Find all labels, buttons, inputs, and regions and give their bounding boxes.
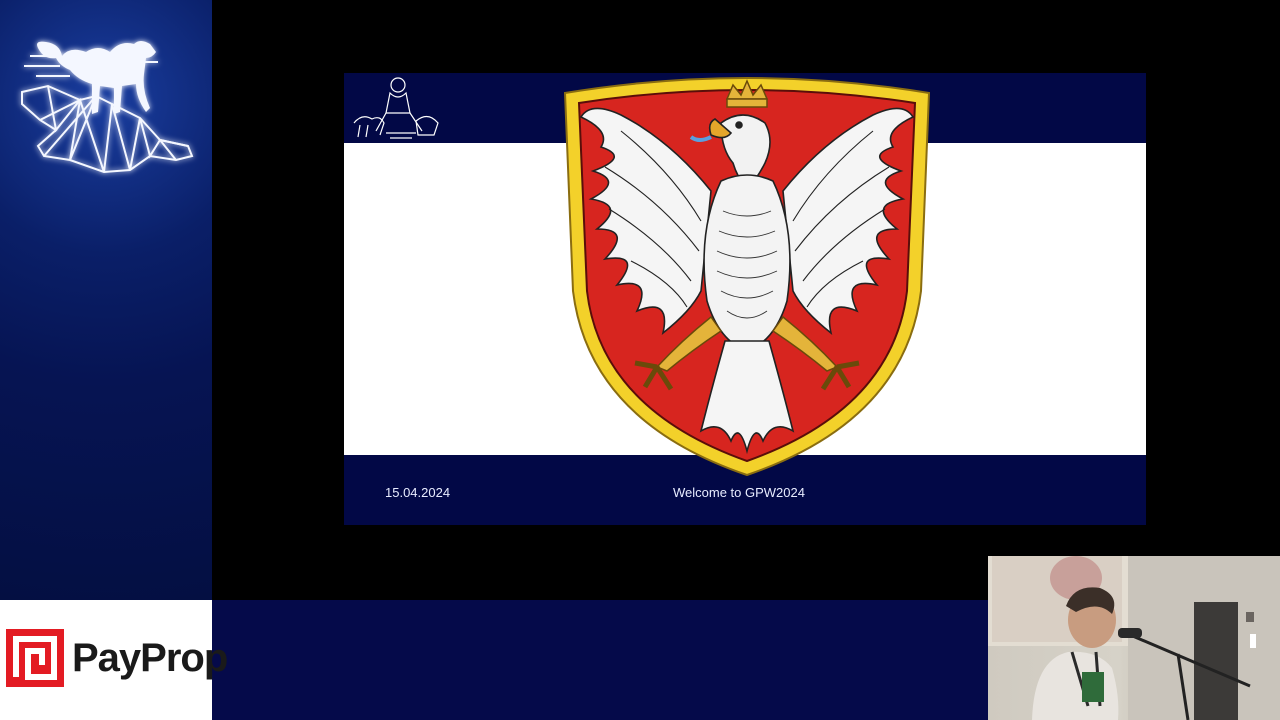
sponsor-panel: PayProp bbox=[0, 600, 228, 720]
coat-of-arms-icon bbox=[563, 77, 931, 477]
camel-logo-icon bbox=[21, 41, 194, 174]
sponsor-name: PayProp bbox=[72, 636, 228, 680]
speaker-webcam-feed bbox=[988, 556, 1280, 720]
speaker-video-icon bbox=[988, 556, 1280, 720]
conference-sidebar bbox=[0, 0, 212, 600]
sketch-logo-icon bbox=[353, 77, 439, 139]
presentation-slide: 15.04.2024 Welcome to GPW2024 bbox=[344, 73, 1146, 525]
payprop-logo-icon bbox=[6, 629, 64, 687]
slide-date: 15.04.2024 bbox=[385, 485, 451, 500]
slide-welcome-text: Welcome to GPW2024 bbox=[673, 485, 805, 500]
